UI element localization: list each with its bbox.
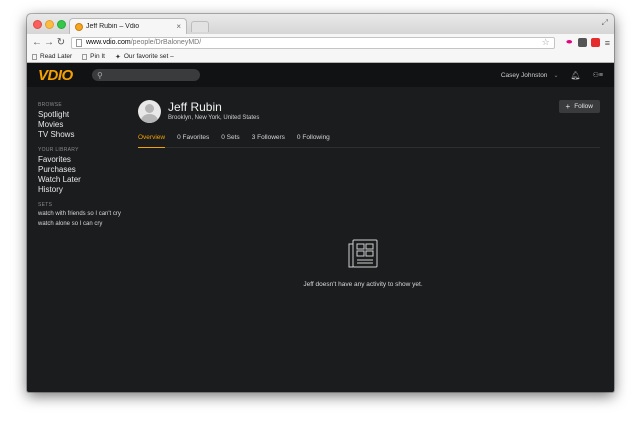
avatar xyxy=(138,100,161,123)
bookmark-star-icon[interactable]: ☆ xyxy=(542,37,550,48)
user-menu[interactable]: Casey Johnston xyxy=(501,72,548,79)
tab-following[interactable]: 0 Following xyxy=(297,133,330,147)
browser-window: Jeff Rubin – Vdio × ⤢ ← → ↻ www.vdio.com… xyxy=(27,14,614,392)
reload-icon[interactable]: ↻ xyxy=(55,37,67,48)
fullscreen-icon[interactable]: ⤢ xyxy=(602,18,608,28)
sidebar: BROWSE Spotlight Movies TV Shows YOUR LI… xyxy=(38,102,133,235)
header-right: Casey Johnston ⌄ 🔔︎ ⚇≡ xyxy=(501,71,603,80)
browse-heading: BROWSE xyxy=(38,102,63,108)
sets-heading: SETS xyxy=(38,202,53,208)
plus-icon: + xyxy=(565,102,571,111)
sidebar-item-purchases[interactable]: Purchases xyxy=(38,165,133,175)
sidebar-item-tv-shows[interactable]: TV Shows xyxy=(38,130,133,140)
library-section: YOUR LIBRARY Favorites Purchases Watch L… xyxy=(38,147,133,195)
browse-section: BROWSE Spotlight Movies TV Shows xyxy=(38,102,133,140)
sidebar-set-item[interactable]: watch alone so I can cry xyxy=(38,220,133,228)
bookmark-favorite-set[interactable]: ✦ Our favorite set – xyxy=(115,53,174,61)
page-icon xyxy=(82,53,88,60)
forward-arrow-icon[interactable]: → xyxy=(43,37,55,48)
browser-toolbar: ← → ↻ www.vdio.com/people/DrBaloneyMD/ ☆… xyxy=(27,34,614,51)
tab-favorites[interactable]: 0 Favorites xyxy=(177,133,209,147)
empty-state-message: Jeff doesn't have any activity to show y… xyxy=(303,281,423,288)
minimize-window-button[interactable] xyxy=(45,20,54,29)
bookmarklet-icon: ✦ xyxy=(114,53,121,61)
extension-pink-icon[interactable]: ⬬ xyxy=(565,38,574,47)
extension-dark-icon[interactable] xyxy=(577,38,587,47)
account-list-icon[interactable]: ⚇≡ xyxy=(593,71,603,79)
tab-overview[interactable]: Overview xyxy=(138,133,166,148)
profile-tabs: Overview 0 Favorites 0 Sets 3 Followers … xyxy=(138,133,600,148)
sidebar-item-movies[interactable]: Movies xyxy=(38,120,133,130)
bookmarks-bar: Read Later Pin It ✦ Our favorite set – xyxy=(27,51,614,63)
bookmark-pin-it[interactable]: Pin It xyxy=(82,53,105,60)
sidebar-item-spotlight[interactable]: Spotlight xyxy=(38,110,133,120)
notifications-bell-icon[interactable]: 🔔︎ xyxy=(570,71,580,80)
library-heading: YOUR LIBRARY xyxy=(38,147,79,153)
extension-red-icon[interactable] xyxy=(590,38,600,47)
follow-button[interactable]: + Follow xyxy=(558,100,600,113)
sidebar-item-favorites[interactable]: Favorites xyxy=(38,155,133,165)
sidebar-set-item[interactable]: watch with friends so I can't cry xyxy=(38,210,133,218)
url-text: www.vdio.com/people/DrBaloneyMD/ xyxy=(86,39,202,46)
bookmark-read-later[interactable]: Read Later xyxy=(32,53,72,60)
profile-location: Brooklyn, New York, United States xyxy=(168,115,260,121)
sidebar-item-history[interactable]: History xyxy=(38,185,133,195)
new-tab-button[interactable] xyxy=(191,21,209,32)
sets-section: SETS watch with friends so I can't cry w… xyxy=(38,202,133,228)
page-icon xyxy=(76,38,82,47)
search-input[interactable]: ⚲ xyxy=(92,69,200,81)
close-tab-icon[interactable]: × xyxy=(176,22,181,31)
back-arrow-icon[interactable]: ← xyxy=(31,37,43,48)
vdio-logo[interactable]: VDIO xyxy=(38,67,80,84)
zoom-window-button[interactable] xyxy=(57,20,66,29)
tab-followers[interactable]: 3 Followers xyxy=(252,133,285,147)
tab-sets[interactable]: 0 Sets xyxy=(221,133,239,147)
tab-title: Jeff Rubin – Vdio xyxy=(86,23,140,30)
browser-tab[interactable]: Jeff Rubin – Vdio × xyxy=(69,18,187,34)
tab-strip: Jeff Rubin – Vdio × ⤢ xyxy=(27,14,614,34)
chevron-down-icon[interactable]: ⌄ xyxy=(553,72,558,79)
page-icon xyxy=(32,53,37,60)
search-icon: ⚲ xyxy=(97,70,103,80)
profile-name: Jeff Rubin xyxy=(168,100,222,114)
site-header: VDIO ⚲ Casey Johnston ⌄ 🔔︎ ⚇≡ xyxy=(27,63,614,87)
empty-activity-icon xyxy=(348,239,378,268)
browser-menu-icon[interactable]: ≡ xyxy=(605,38,610,48)
close-window-button[interactable] xyxy=(33,20,42,29)
follow-label: Follow xyxy=(574,103,593,110)
vdio-favicon-icon xyxy=(75,22,83,31)
sidebar-item-watch-later[interactable]: Watch Later xyxy=(38,175,133,185)
address-bar[interactable]: www.vdio.com/people/DrBaloneyMD/ ☆ xyxy=(71,36,555,49)
